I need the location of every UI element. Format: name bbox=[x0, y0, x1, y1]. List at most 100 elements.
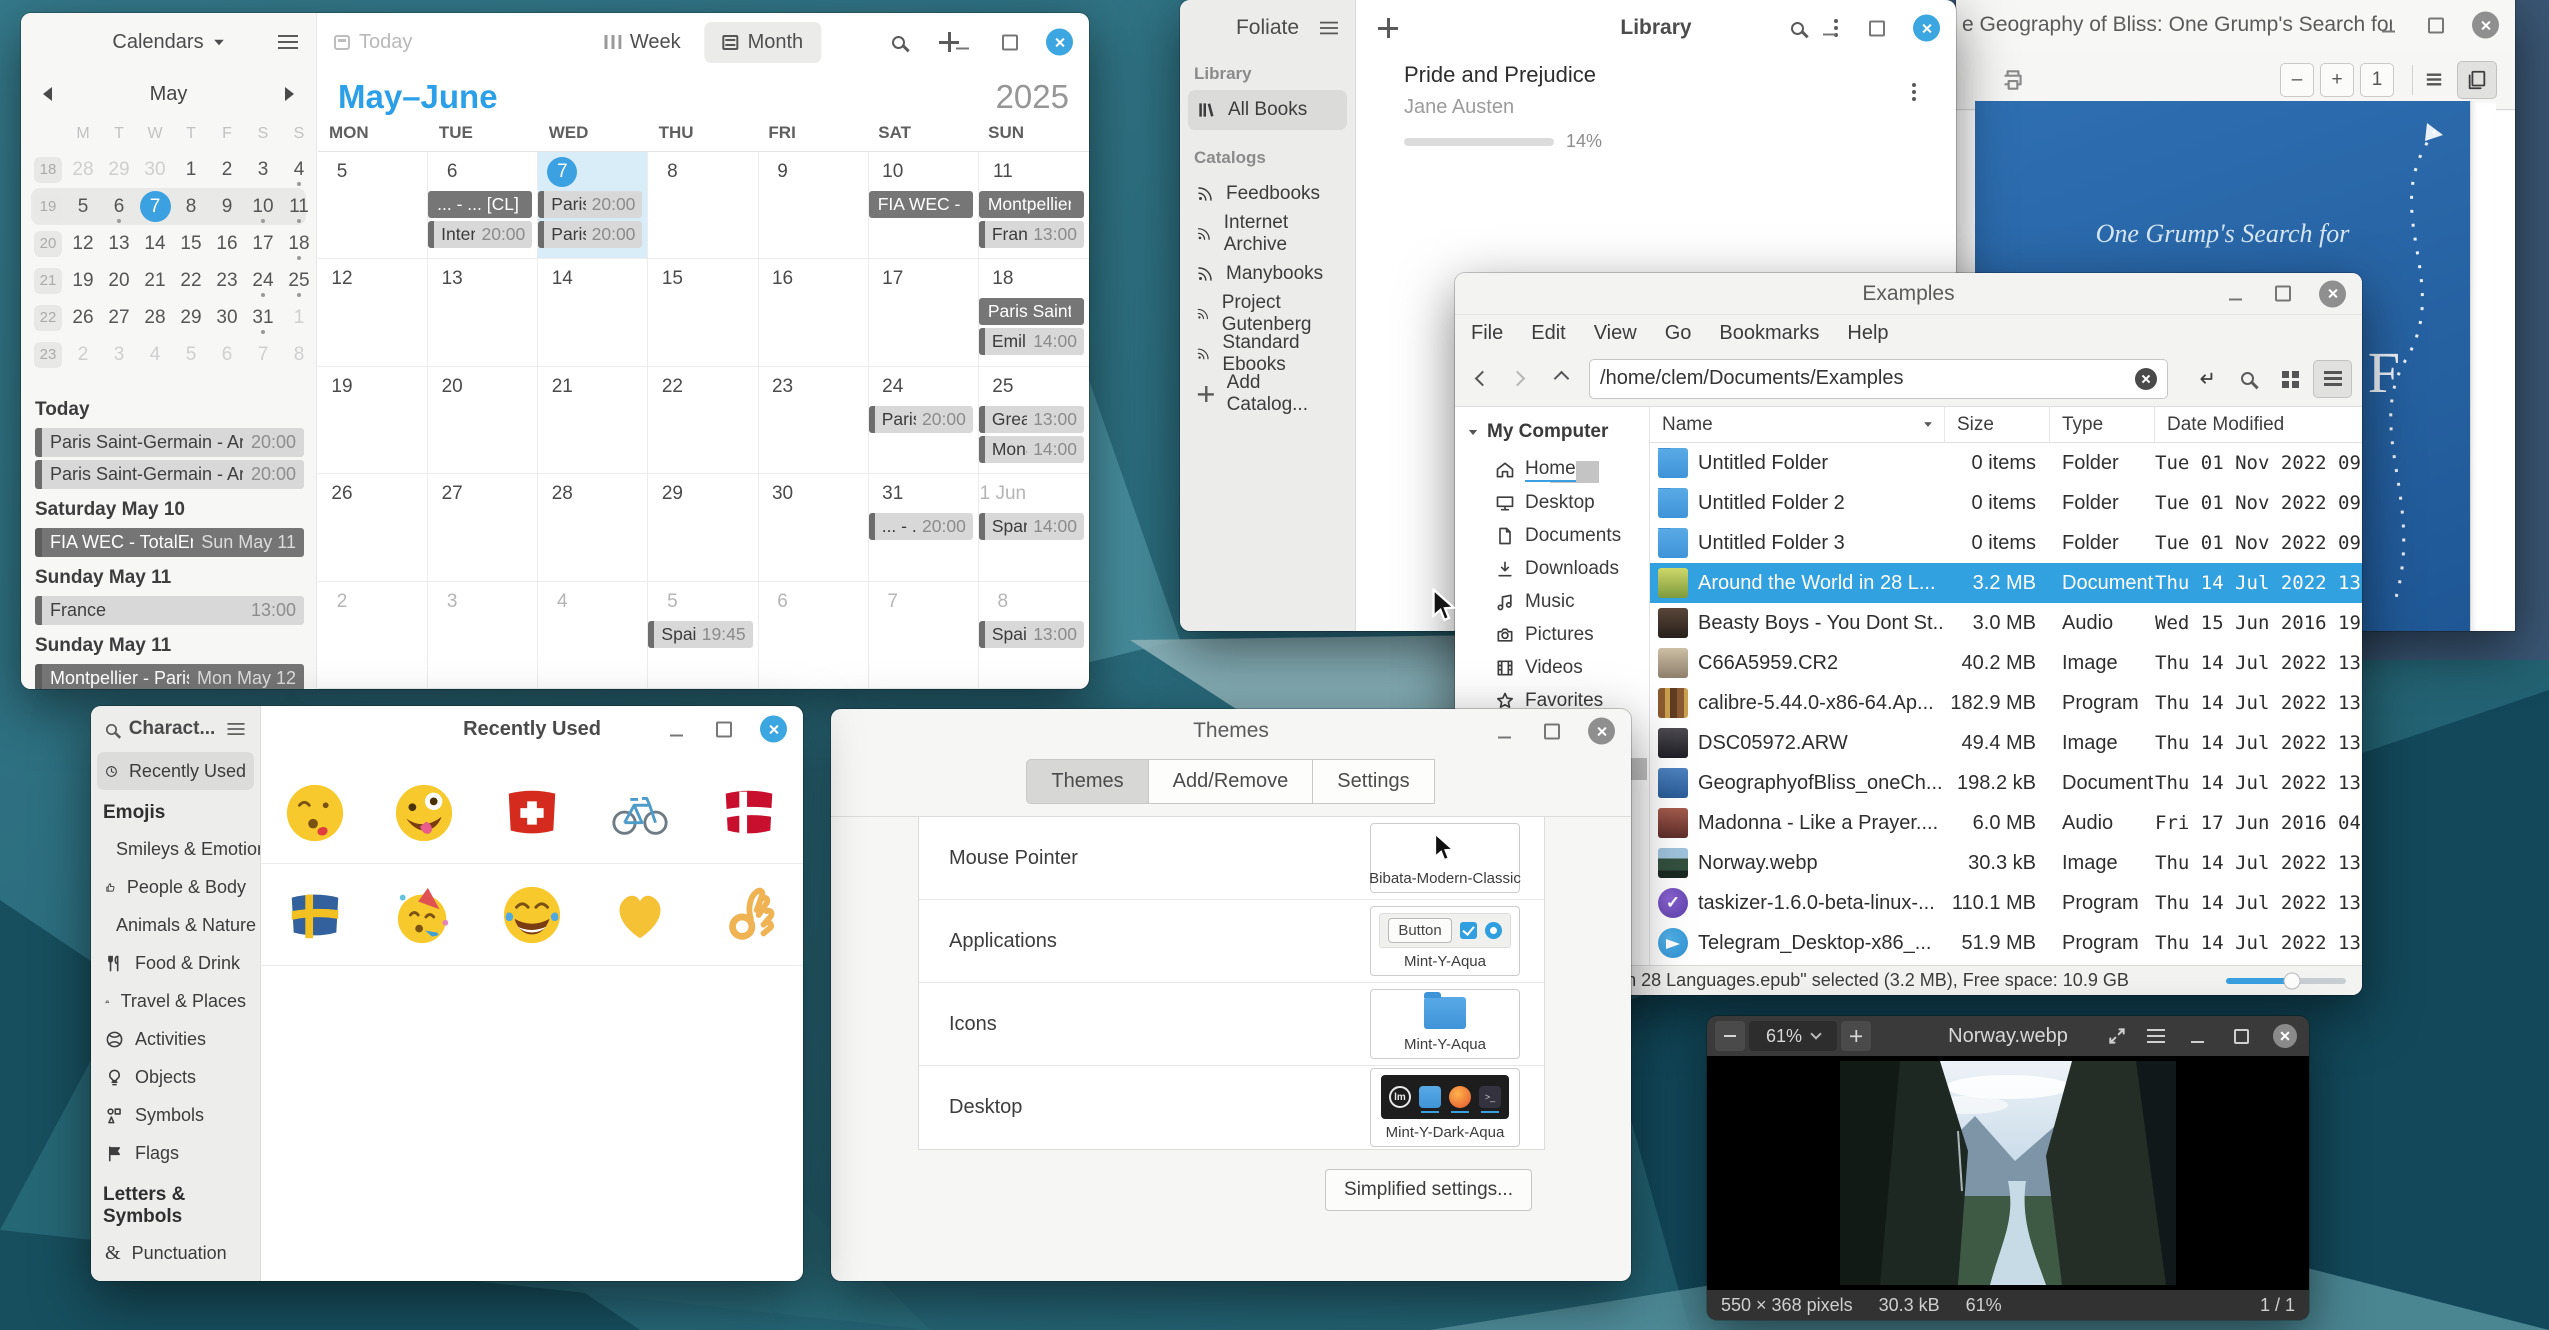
column-type[interactable]: Type bbox=[2050, 407, 2155, 442]
calendar-event[interactable]: Paris Saint-Germ... bbox=[979, 298, 1084, 325]
search-icon[interactable] bbox=[106, 723, 117, 734]
sidebar-item-people[interactable]: People & Body bbox=[97, 868, 254, 906]
mini-day[interactable]: 28 bbox=[68, 154, 99, 185]
menu-item[interactable]: View bbox=[1594, 322, 1637, 345]
file-row[interactable]: calibre-5.44.0-x86-64.Ap... 182.9 MB Pro… bbox=[1650, 683, 2362, 723]
calendar-day-cell[interactable]: 22 bbox=[648, 367, 758, 474]
close-button[interactable] bbox=[1046, 29, 1073, 56]
zoom-in-button[interactable] bbox=[1841, 1021, 1871, 1051]
calendar-event[interactable]: ... - ... [CL] 20:00 bbox=[869, 513, 973, 540]
file-row[interactable]: Untitled Folder 2 0 items Folder Tue 01 … bbox=[1650, 483, 2362, 523]
mini-day[interactable]: 7 bbox=[140, 191, 171, 222]
file-row[interactable]: Untitled Folder 3 0 items Folder Tue 01 … bbox=[1650, 523, 2362, 563]
emoji-bicycle[interactable] bbox=[586, 762, 694, 864]
maximize-button[interactable] bbox=[712, 717, 736, 741]
mini-day[interactable]: 21 bbox=[140, 265, 171, 296]
zoom-in-button[interactable]: + bbox=[2320, 63, 2354, 97]
emoji-face-blowing-kiss[interactable] bbox=[261, 762, 369, 864]
calendar-day-cell[interactable]: 21 bbox=[538, 367, 648, 474]
month-view-button[interactable]: Month bbox=[705, 22, 822, 63]
menu-icon[interactable] bbox=[278, 41, 298, 43]
mini-day[interactable]: 19 bbox=[68, 265, 99, 296]
column-size[interactable]: Size bbox=[1945, 407, 2050, 442]
calendar-day-cell[interactable]: 5 bbox=[318, 152, 428, 259]
image-canvas[interactable] bbox=[1707, 1056, 2309, 1290]
calendar-day-cell[interactable]: 6 ... - ... [CL] Inter - F... 20:00 bbox=[428, 152, 538, 259]
agenda-event[interactable]: FIA WEC - TotalEnergies 6 Hours o... Sun… bbox=[35, 528, 304, 557]
mini-day[interactable]: 29 bbox=[104, 154, 135, 185]
file-row[interactable]: Untitled Folder 0 items Folder Tue 01 No… bbox=[1650, 443, 2362, 483]
mini-day[interactable]: 3 bbox=[104, 339, 135, 370]
list-view-icon[interactable] bbox=[2313, 360, 2352, 398]
close-button[interactable] bbox=[1588, 718, 1615, 745]
mini-day[interactable]: 8 bbox=[176, 191, 207, 222]
file-row[interactable]: Telegram_Desktop-x86_... 51.9 MB Program… bbox=[1650, 923, 2362, 963]
minimize-button[interactable] bbox=[1492, 719, 1516, 743]
calendar-day-cell[interactable]: 17 bbox=[869, 259, 979, 366]
next-month-button[interactable] bbox=[285, 87, 294, 101]
fullscreen-icon[interactable] bbox=[2107, 1026, 2127, 1046]
mini-day[interactable]: 15 bbox=[176, 228, 207, 259]
column-name[interactable]: Name bbox=[1650, 407, 1945, 442]
mini-day[interactable]: 30 bbox=[140, 154, 171, 185]
search-icon[interactable] bbox=[1791, 22, 1804, 35]
edit-location-icon[interactable] bbox=[2186, 360, 2225, 398]
mini-day[interactable]: 2 bbox=[68, 339, 99, 370]
sidebar-item-symbols[interactable]: Symbols bbox=[97, 1096, 254, 1134]
calendar-day-cell[interactable]: 16 bbox=[759, 259, 869, 366]
sidebar-item-catalog[interactable]: Manybooks bbox=[1188, 254, 1347, 294]
clear-location-icon[interactable] bbox=[2135, 368, 2157, 390]
slider-thumb[interactable] bbox=[2284, 972, 2301, 989]
mini-day[interactable]: 3 bbox=[248, 154, 279, 185]
close-button[interactable] bbox=[2273, 1024, 2297, 1048]
mini-day[interactable]: 18 bbox=[284, 228, 315, 259]
close-button[interactable] bbox=[2472, 12, 2499, 39]
today-button[interactable]: Today bbox=[334, 31, 412, 54]
emoji-face-with-tears-of-joy[interactable] bbox=[478, 864, 586, 966]
sidebar-item-catalog[interactable]: Project Gutenberg bbox=[1188, 294, 1347, 334]
menu-item[interactable]: Edit bbox=[1531, 322, 1565, 345]
calendar-day-cell[interactable]: 31 ... - ... [CL] 20:00 bbox=[869, 474, 979, 581]
zoom-level-dropdown[interactable]: 61% bbox=[1749, 1021, 1837, 1051]
calendar-day-cell[interactable]: 11 Montpellier - Pa... France 13:00 bbox=[979, 152, 1089, 259]
calendar-day-cell[interactable]: 4 bbox=[538, 582, 648, 689]
calendar-headerbar[interactable]: Today Week Month bbox=[318, 13, 1089, 71]
sidebar-toggle-icon[interactable] bbox=[2427, 78, 2441, 80]
close-button[interactable] bbox=[1913, 15, 1940, 42]
tab[interactable]: Settings bbox=[1312, 759, 1434, 804]
calendar-day-cell[interactable]: 24 Paris Sai... 20:00 bbox=[869, 367, 979, 474]
calendar-day-cell[interactable]: 5 Spain - F... 19:45 bbox=[648, 582, 758, 689]
calendar-day-cell[interactable]: 25 Great Br... 13:00 Monaco ... 14:00 bbox=[979, 367, 1089, 474]
mini-day[interactable]: 24 bbox=[248, 265, 279, 296]
application-theme-picker[interactable]: Button Mint-Y-Aqua bbox=[1370, 906, 1520, 976]
sidebar-item-activities[interactable]: Activities bbox=[97, 1020, 254, 1058]
sidebar-item-food[interactable]: Food & Drink bbox=[97, 944, 254, 982]
mini-day[interactable]: 6 bbox=[212, 339, 243, 370]
close-button[interactable] bbox=[760, 716, 787, 743]
calendar-day-cell[interactable]: 12 bbox=[318, 259, 428, 366]
file-row[interactable]: DSC05972.ARW 49.4 MB Image Thu 14 Jul 20… bbox=[1650, 723, 2362, 763]
calendar-event[interactable]: Paris Sai... 20:00 bbox=[538, 221, 642, 248]
mini-day[interactable]: 9 bbox=[212, 191, 243, 222]
close-button[interactable] bbox=[2319, 280, 2346, 307]
calendar-day-cell[interactable]: 2 bbox=[318, 582, 428, 689]
mini-day[interactable]: 26 bbox=[68, 302, 99, 333]
calendar-day-cell[interactable]: 15 bbox=[648, 259, 758, 366]
mini-day[interactable]: 16 bbox=[212, 228, 243, 259]
sidebar-place[interactable]: Downloads bbox=[1455, 552, 1649, 585]
emoji-flag-sweden[interactable] bbox=[261, 864, 369, 966]
calendar-event[interactable]: Inter - F... 20:00 bbox=[428, 221, 532, 248]
mini-day[interactable]: 1 bbox=[176, 154, 207, 185]
calendar-event[interactable]: Monaco ... 14:00 bbox=[979, 436, 1084, 463]
calendar-event[interactable]: Spain 13:00 bbox=[979, 621, 1084, 648]
week-view-button[interactable]: Week bbox=[586, 22, 699, 63]
tab[interactable]: Add/Remove bbox=[1148, 759, 1314, 804]
mini-day[interactable]: 12 bbox=[68, 228, 99, 259]
emoji-flag-switzerland[interactable] bbox=[478, 762, 586, 864]
menu-item[interactable]: Go bbox=[1665, 322, 1692, 345]
mini-day[interactable]: 7 bbox=[248, 339, 279, 370]
sidebar-place[interactable]: Music bbox=[1455, 585, 1649, 618]
menu-item[interactable]: Bookmarks bbox=[1719, 322, 1819, 345]
calendar-day-cell[interactable]: 29 bbox=[648, 474, 758, 581]
mini-day[interactable]: 29 bbox=[176, 302, 207, 333]
